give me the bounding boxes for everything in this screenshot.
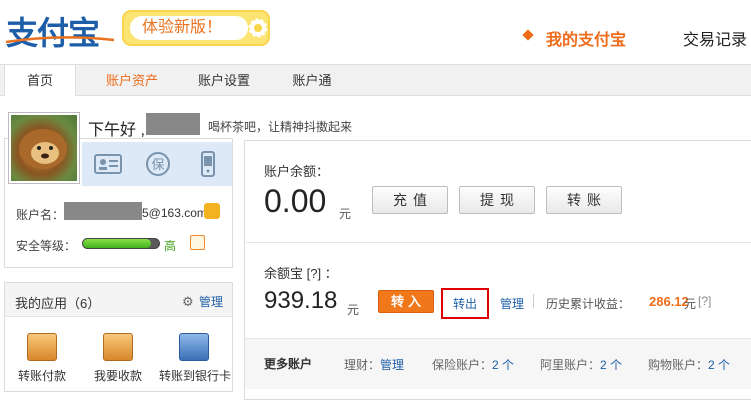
help-link[interactable]: [?]	[698, 294, 711, 308]
lion-avatar-image	[11, 115, 77, 181]
yuebao-label: 余额宝 [?] ：	[264, 266, 338, 281]
more-item-value[interactable]: 2 个	[708, 358, 730, 372]
security-level-label: 安全等级：	[16, 239, 77, 253]
app-label: 转账付款	[17, 369, 66, 383]
try-new-version-badge[interactable]: 体验新版！	[122, 10, 270, 46]
balance-unit: 元	[339, 207, 352, 221]
section-divider	[246, 242, 751, 243]
history-earnings-label: 历史累计收益：	[546, 297, 631, 311]
history-earnings-value: 286.12	[649, 294, 689, 309]
more-item-wealth: 理财：管理	[344, 356, 404, 373]
svg-text:保: 保	[151, 158, 164, 173]
more-item-value[interactable]: 2 个	[492, 358, 514, 372]
app-receive-money[interactable]: 我要收款	[83, 333, 153, 384]
transfer-out-link[interactable]: 转出	[453, 295, 477, 312]
sub-nav-tabs: 首页 账户资产 账户设置 账户通	[0, 64, 751, 96]
lion-icon	[19, 129, 67, 169]
avatar[interactable]	[8, 112, 80, 184]
more-accounts-title: 更多账户	[264, 357, 313, 371]
profile-icon-strip: 保	[82, 142, 232, 186]
tab-account-settings[interactable]: 账户设置	[184, 65, 264, 96]
more-item-value[interactable]: 管理	[380, 358, 404, 372]
more-item-shopping: 购物账户：2 个	[648, 356, 730, 373]
yuebao-manage-link[interactable]: 管理	[500, 295, 524, 312]
mobile-phone-icon[interactable]	[192, 148, 224, 180]
nav-my-alipay[interactable]: 我的支付宝	[546, 26, 626, 50]
greeting-text: 下午好 ,	[88, 122, 145, 139]
active-nav-marker-icon	[522, 29, 534, 41]
transfer-in-button[interactable]: 转入	[378, 290, 434, 313]
transfer-to-bank-card-icon	[179, 333, 209, 361]
tab-account-link[interactable]: 账户通	[276, 65, 348, 96]
redacted-username	[146, 113, 200, 135]
my-apps-header: 我的应用（6） ⚙ 管理	[5, 283, 232, 317]
history-earnings-unit: 元	[684, 297, 697, 311]
verified-badge-icon[interactable]	[204, 203, 220, 219]
security-settings-icon[interactable]	[190, 235, 205, 250]
more-item-value[interactable]: 2 个	[600, 358, 622, 372]
insurance-icon[interactable]: 保	[142, 148, 174, 180]
more-item-ali: 阿里账户：2 个	[540, 356, 622, 373]
yuebao-amount: 939.18	[264, 287, 338, 314]
gear-icon: ⚙	[182, 294, 194, 309]
account-name-label: 账户名：	[16, 208, 65, 222]
top-header: 支付宝 体验新版！ 我的支付宝 交易记录	[0, 0, 751, 64]
security-level-value: 高	[164, 239, 177, 253]
more-item-label: 理财：	[344, 358, 381, 372]
app-transfer-to-bank[interactable]: 转账到银行卡	[159, 333, 232, 384]
nav-trade-records[interactable]: 交易记录	[683, 26, 747, 50]
recharge-button[interactable]: 充值	[372, 186, 448, 214]
more-item-label: 保险账户：	[432, 358, 493, 372]
my-apps-panel: 我的应用（6） ⚙ 管理 转账付款 我要收款 转账到银行卡	[4, 282, 233, 392]
tab-home[interactable]: 首页	[4, 65, 76, 96]
more-item-label: 购物账户：	[648, 358, 709, 372]
more-item-label: 阿里账户：	[540, 358, 601, 372]
balance-label: 账户余额：	[264, 164, 330, 179]
app-label: 我要收款	[93, 369, 142, 383]
balance-amount: 0.00	[264, 183, 327, 219]
transfer-button[interactable]: 转账	[546, 186, 622, 214]
gear-icon	[248, 18, 268, 38]
tab-account-assets[interactable]: 账户资产	[92, 65, 172, 96]
my-apps-title: 我的应用（6）	[15, 296, 101, 311]
redacted-account-name	[64, 202, 142, 220]
apps-manage-link[interactable]: 管理	[199, 293, 223, 310]
logo-swoosh-icon	[5, 36, 115, 44]
account-email: 5@163.com	[142, 206, 207, 220]
try-new-version-label: 体验新版！	[130, 16, 248, 40]
receive-money-icon	[103, 333, 133, 361]
separator	[533, 294, 534, 308]
greeting-tip: 喝杯茶吧，让精神抖擞起来	[208, 120, 353, 134]
app-transfer-pay[interactable]: 转账付款	[7, 333, 77, 384]
security-level-bar	[82, 238, 160, 249]
yuebao-unit: 元	[347, 303, 360, 317]
transfer-pay-icon	[27, 333, 57, 361]
alipay-logo[interactable]: 支付宝	[6, 8, 100, 54]
more-item-insurance: 保险账户：2 个	[432, 356, 514, 373]
withdraw-button[interactable]: 提现	[459, 186, 535, 214]
id-card-icon[interactable]	[92, 148, 124, 180]
app-label: 转账到银行卡	[159, 369, 232, 383]
security-level-bar-fill	[83, 239, 152, 248]
